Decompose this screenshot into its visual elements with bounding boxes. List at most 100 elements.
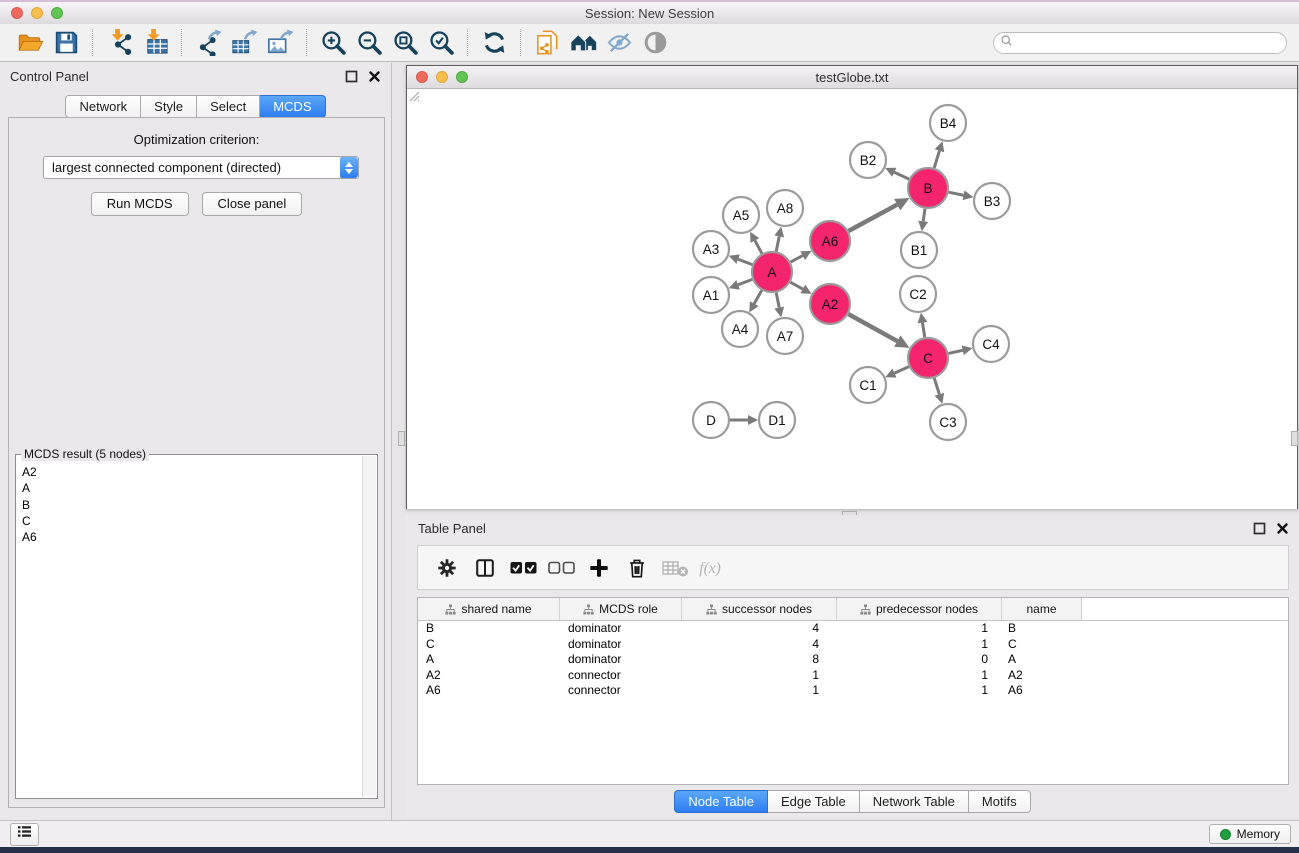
graph-node-B3[interactable]: B3 [974,183,1010,219]
mcds-result-item[interactable]: B [22,497,357,513]
close-panel-icon[interactable] [1276,522,1289,535]
graph-edge-A-A7[interactable] [776,293,779,308]
network-canvas[interactable]: B4B2BB3A8A5A6A3B1AC2A1A2A4A7C4CC1DD1C3 [407,89,1297,509]
export-network-icon[interactable] [190,27,226,59]
graph-edge-C-C2[interactable] [922,323,924,338]
graph-edge-C-C3[interactable] [934,378,939,394]
mcds-result-item[interactable]: C [22,513,357,529]
graph-edge-A-A6[interactable] [791,256,803,262]
zoom-in-icon[interactable] [315,27,351,59]
mcds-result-item[interactable]: A2 [22,464,357,480]
graph-edge-A-A3[interactable] [738,259,752,264]
graph-node-B[interactable]: B [908,168,948,208]
clone-network-icon[interactable] [529,27,565,59]
splitter-handle-right[interactable] [1291,431,1298,446]
graph-edge-A-A2[interactable] [790,282,802,289]
tab-style[interactable]: Style [141,95,197,118]
graph-node-C1[interactable]: C1 [850,367,886,403]
graph-node-C2[interactable]: C2 [900,276,936,312]
graph-edge-A2-C[interactable] [848,314,897,341]
tab-edge-table[interactable]: Edge Table [768,790,860,813]
graph-edge-B-B1[interactable] [923,209,925,222]
graph-node-A8[interactable]: A8 [767,190,803,226]
split-columns-icon[interactable] [468,553,502,583]
table-row[interactable]: A2connector11A2 [418,668,1288,684]
graph-node-D[interactable]: D [693,402,729,438]
graph-edge-B-B2[interactable] [894,172,909,179]
zoom-selected-icon[interactable] [423,27,459,59]
graph-node-A1[interactable]: A1 [693,277,729,313]
tab-network[interactable]: Network [65,95,141,118]
search-field[interactable] [993,32,1287,54]
table-row[interactable]: Adominator80A [418,652,1288,668]
graph-node-A[interactable]: A [752,252,792,292]
graph-edge-B-B4[interactable] [934,151,939,168]
splitter-handle-left[interactable] [398,431,405,446]
network-window-titlebar[interactable]: testGlobe.txt [407,66,1297,89]
table-row[interactable]: Bdominator41B [418,621,1288,637]
close-panel-icon[interactable] [368,70,381,83]
graph-node-D1[interactable]: D1 [759,402,795,438]
tab-network-table[interactable]: Network Table [860,790,969,813]
zoom-fit-icon[interactable] [387,27,423,59]
float-panel-icon[interactable] [345,70,358,83]
import-network-icon[interactable] [101,27,137,59]
graph-edge-B-B3[interactable] [949,192,964,195]
add-icon[interactable] [582,553,616,583]
column-header-name[interactable]: name [1002,598,1082,620]
tab-node-table[interactable]: Node Table [674,790,768,813]
open-session-icon[interactable] [12,27,48,59]
resize-grip-icon[interactable] [407,89,420,102]
graph-node-B2[interactable]: B2 [850,142,886,178]
graph-node-C[interactable]: C [908,338,948,378]
mcds-result-item[interactable]: A6 [22,529,357,545]
graph-edge-A-A8[interactable] [776,236,779,251]
column-header-predecessor-nodes[interactable]: predecessor nodes [837,598,1002,620]
run-mcds-button[interactable]: Run MCDS [91,192,189,216]
graph-node-C3[interactable]: C3 [930,404,966,440]
search-input[interactable] [1017,35,1280,51]
zoom-out-icon[interactable] [351,27,387,59]
clear-checks-icon[interactable] [544,553,578,583]
graph-edge-C-C4[interactable] [948,350,962,353]
graph-node-A3[interactable]: A3 [693,231,729,267]
graph-edge-A-A4[interactable] [754,290,762,303]
network-homes-icon[interactable] [565,27,601,59]
table-row[interactable]: A6connector11A6 [418,683,1288,699]
save-session-icon[interactable] [48,27,84,59]
graph-node-A5[interactable]: A5 [723,197,759,233]
graph-edge-A-A1[interactable] [738,279,752,284]
table-row[interactable]: Cdominator41C [418,637,1288,653]
hide-eye-icon[interactable] [601,27,637,59]
refresh-icon[interactable] [476,27,512,59]
tab-select[interactable]: Select [197,95,260,118]
export-table-icon[interactable] [226,27,262,59]
graph-node-A7[interactable]: A7 [767,318,803,354]
graph-node-A4[interactable]: A4 [722,311,758,347]
mcds-result-item[interactable]: A [22,480,357,496]
graph-edge-C-C1[interactable] [894,367,908,373]
trash-icon[interactable] [620,553,654,583]
column-header-shared-name[interactable]: shared name [418,598,560,620]
graph-edge-A6-B[interactable] [848,205,897,231]
graph-node-B1[interactable]: B1 [901,232,937,268]
select-all-checks-icon[interactable] [506,553,540,583]
import-table-icon[interactable] [137,27,173,59]
column-header-successor-nodes[interactable]: successor nodes [682,598,837,620]
result-scrollbar[interactable] [362,456,376,797]
close-panel-button[interactable]: Close panel [202,192,303,216]
tab-mcds[interactable]: MCDS [260,95,325,118]
graph-edge-A-A5[interactable] [755,240,762,253]
memory-button[interactable]: Memory [1209,824,1291,844]
task-history-button[interactable] [10,823,39,846]
float-panel-icon[interactable] [1253,522,1266,535]
contrast-eye-icon[interactable] [637,27,673,59]
gear-icon[interactable] [430,553,464,583]
export-image-icon[interactable] [262,27,298,59]
tab-motifs[interactable]: Motifs [969,790,1031,813]
graph-node-A6[interactable]: A6 [810,221,850,261]
graph-node-C4[interactable]: C4 [973,326,1009,362]
graph-node-A2[interactable]: A2 [810,284,850,324]
column-header-MCDS-role[interactable]: MCDS role [560,598,682,620]
mcds-result-list[interactable]: A2ABCA6 [17,456,362,797]
